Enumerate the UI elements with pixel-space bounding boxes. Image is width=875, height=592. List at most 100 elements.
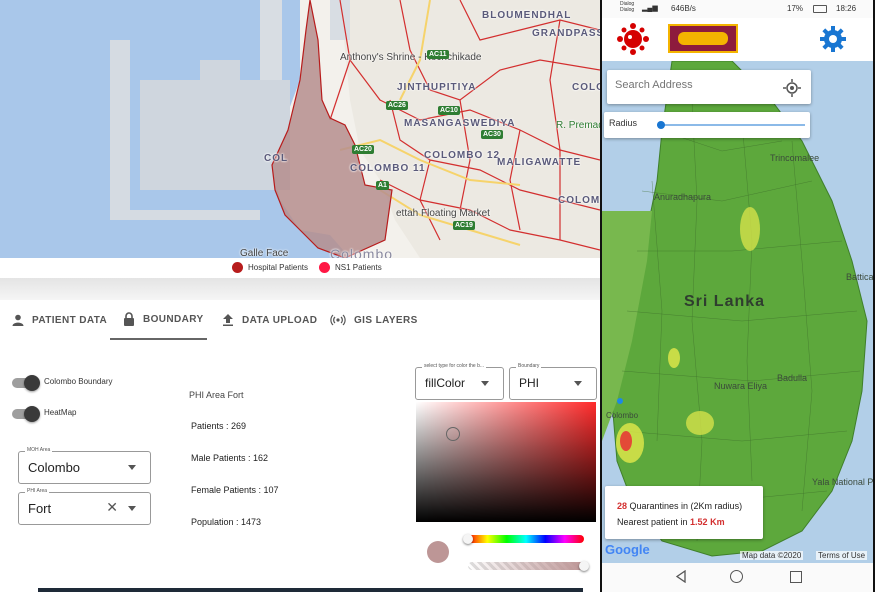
legend-label: NS1 Patients	[335, 263, 382, 272]
status-bar: Dialog Dialog ▂▄▆ 646B/s 17% 18:26	[602, 0, 873, 18]
phi-area-select[interactable]: PHI Area Fort ✕	[18, 488, 151, 525]
road-shield: AC30	[481, 130, 503, 139]
road-shield: AC20	[352, 145, 374, 154]
radius-slider-handle[interactable]	[657, 121, 665, 129]
carrier-label: Dialog Dialog	[620, 1, 634, 13]
area-label: BLOUMENDHAL	[482, 10, 572, 21]
alpha-slider-handle[interactable]	[579, 561, 589, 571]
moh-area-select[interactable]: MOH Area Colombo	[18, 447, 151, 484]
colombo-boundary-toggle[interactable]	[12, 375, 40, 391]
tab-gis-layers[interactable]: GIS LAYERS	[330, 300, 418, 340]
tab-patient-data[interactable]: PATIENT DATA	[12, 300, 107, 340]
alpha-slider[interactable]	[468, 562, 584, 570]
legend-dot	[319, 262, 330, 273]
area-label: COLOMBO 12	[424, 150, 501, 161]
virus-logo-icon[interactable]	[616, 22, 650, 61]
back-icon[interactable]	[675, 569, 687, 588]
chevron-down-icon	[128, 465, 136, 470]
road-shield: AC26	[386, 101, 408, 110]
recents-icon[interactable]	[790, 571, 802, 583]
road-shield: AC10	[438, 106, 460, 115]
divider	[0, 278, 600, 300]
area-label: MALIGAWATTE	[497, 157, 582, 168]
area-label: JINTHUPITIYA	[397, 82, 477, 93]
road-shield: AC19	[453, 221, 475, 230]
area-label: COLOMBO	[558, 195, 600, 206]
radius-label: Radius	[609, 118, 638, 128]
search-card	[607, 70, 811, 104]
hue-slider-handle[interactable]	[463, 534, 473, 544]
close-icon[interactable]: ✕	[106, 499, 118, 516]
population-stat: Population : 1473	[191, 517, 262, 527]
tab-boundary[interactable]: BOUNDARY	[110, 300, 207, 340]
nearest-line: Nearest patient in 1.52 Km	[617, 517, 725, 527]
phi-area-title: PHI Area Fort	[189, 390, 244, 400]
radius-slider[interactable]	[657, 124, 805, 126]
legend-item: Hospital Patients	[232, 262, 308, 273]
home-icon[interactable]	[730, 570, 743, 583]
toggle-knob	[24, 375, 40, 391]
legend-dot	[232, 262, 243, 273]
patients-stat: Patients : 269	[191, 421, 247, 431]
area-label: MASANGASWEDIYA	[404, 118, 516, 129]
country-label: Sri Lanka	[684, 293, 766, 310]
hue-slider[interactable]	[468, 535, 584, 543]
area-label: COLOMBO	[572, 82, 600, 93]
select-label: select type for color the b...	[422, 363, 487, 369]
search-input[interactable]	[613, 78, 777, 92]
color-picker-cursor[interactable]	[446, 427, 460, 441]
select-value: fillColor	[425, 376, 466, 390]
nearest-text: Nearest patient in	[617, 517, 691, 527]
quarantine-count: 28	[617, 501, 628, 511]
city-label: Batticaloa	[846, 272, 873, 282]
chevron-down-icon	[481, 381, 489, 386]
broadcast-icon	[330, 314, 346, 326]
heatmap-toggle[interactable]	[12, 406, 40, 422]
gear-icon[interactable]	[819, 25, 847, 58]
select-label: PHI Area	[25, 488, 50, 494]
selected-color-swatch	[427, 541, 449, 563]
city-label: Yala National Park	[812, 477, 873, 487]
female-patients-stat: Female Patients : 107	[191, 485, 279, 495]
city-label: Trincomalee	[770, 153, 820, 163]
person-icon	[12, 314, 24, 326]
color-type-select[interactable]: select type for color the b... fillColor	[415, 363, 504, 400]
poi-label: R. Premad International S	[556, 120, 600, 131]
city-label: Badulla	[777, 373, 808, 383]
select-value: Fort	[28, 501, 52, 516]
quarantine-text: Quarantines in (2Km radius)	[627, 501, 743, 511]
legend-item: NS1 Patients	[319, 262, 382, 273]
city-label: Nuwara Eliya	[714, 381, 768, 391]
toggle-label: Colombo Boundary	[44, 377, 113, 386]
select-label: MOH Area	[25, 447, 53, 453]
poi-label: ettah Floating Market	[396, 208, 490, 219]
boundary-type-select[interactable]: Boundary PHI	[509, 363, 597, 400]
terms-link[interactable]: Terms of Use	[816, 551, 868, 560]
my-location-icon[interactable]	[783, 79, 801, 102]
tab-label: GIS LAYERS	[354, 314, 418, 326]
toggle-label: HeatMap	[44, 408, 77, 417]
poi-label: Galle Face	[240, 248, 289, 258]
city-label: Anuradhapura	[654, 192, 712, 202]
tab-label: PATIENT DATA	[32, 314, 108, 326]
select-label: Boundary	[516, 363, 542, 369]
map-data-attribution: Map data ©2020	[740, 551, 804, 560]
colombo-map[interactable]: BLOUMENDHAL GRANDPASS JINTHUPITIYA MASAN…	[0, 0, 600, 258]
battery-percent: 17%	[787, 4, 804, 13]
signal-icon: ▂▄▆	[642, 5, 658, 12]
network-speed: 646B/s	[671, 4, 696, 13]
chevron-down-icon	[574, 381, 582, 386]
mobile-app-screenshot: Dialog Dialog ▂▄▆ 646B/s 17% 18:26 Trinc…	[600, 0, 875, 592]
poi-label: Anthony's Shrine - Kochchikade	[340, 52, 482, 63]
radius-card: Radius	[604, 112, 810, 138]
area-label: COLOMBO 11	[350, 163, 426, 174]
tab-data-upload[interactable]: DATA UPLOAD	[222, 300, 317, 340]
sri-lanka-map[interactable]: Trincomalee Anuradhapura Sri Lanka Batti…	[602, 61, 873, 563]
color-saturation-picker[interactable]	[416, 402, 596, 522]
toggle-knob	[24, 406, 40, 422]
area-label: GRANDPASS	[532, 28, 600, 39]
select-value: PHI	[519, 376, 540, 390]
area-label: Colombo	[330, 246, 394, 258]
map-legend: Hospital Patients NS1 Patients	[0, 258, 600, 278]
map-base	[110, 0, 600, 258]
